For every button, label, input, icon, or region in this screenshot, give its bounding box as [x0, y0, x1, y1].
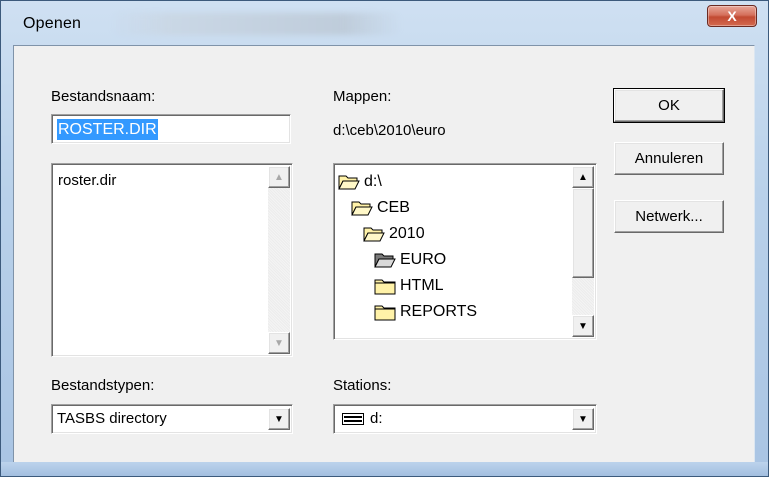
tree-item-ceb[interactable]: CEB	[351, 195, 410, 221]
folders-label: Mappen:	[333, 88, 392, 105]
title-bar[interactable]: Openen X	[1, 1, 768, 45]
tree-item-label: REPORTS	[400, 303, 478, 320]
drive-value-wrap: d:	[342, 410, 383, 427]
tree-item-label: 2010	[389, 225, 425, 242]
folder-tree-scrollbar[interactable]: ▲ ▼	[572, 166, 594, 337]
filetypes-label: Bestandstypen:	[51, 377, 155, 394]
scroll-down-icon: ▼	[578, 320, 588, 332]
window-bottom-border	[1, 462, 768, 476]
dialog-client: Bestandsnaam: ROSTER.DIR roster.dir ▲ ▼ …	[13, 45, 755, 463]
tree-item-label: d:\	[364, 173, 382, 190]
title-blur	[111, 13, 401, 35]
filetypes-combo[interactable]: TASBS directory ▼	[51, 404, 293, 434]
file-list-item[interactable]: roster.dir	[58, 172, 116, 189]
file-scroll-down-button[interactable]: ▼	[268, 332, 290, 354]
tree-item-label: HTML	[400, 277, 444, 294]
chevron-down-icon: ▼	[578, 413, 588, 425]
tree-item-html[interactable]: HTML	[374, 273, 444, 299]
tree-item-label: CEB	[377, 199, 410, 216]
dialog-window: Openen X Bestandsnaam: ROSTER.DIR roster…	[0, 0, 769, 477]
folder-open-icon	[351, 201, 373, 216]
tree-item-d[interactable]: d:\	[338, 169, 382, 195]
scroll-up-icon: ▲	[578, 171, 588, 183]
close-button[interactable]: X	[707, 5, 757, 27]
current-path: d:\ceb\2010\euro	[333, 122, 446, 139]
filename-input[interactable]	[56, 119, 286, 141]
folder-closed-icon	[374, 305, 396, 321]
ok-button[interactable]: OK	[613, 88, 725, 123]
drives-value: d:	[370, 410, 383, 427]
tree-item-reports[interactable]: REPORTS	[374, 299, 477, 325]
drives-dropdown-button[interactable]: ▼	[572, 408, 594, 430]
cancel-button[interactable]: Annuleren	[614, 142, 724, 175]
tree-item-2010[interactable]: 2010	[363, 221, 425, 247]
window-title: Openen	[23, 15, 82, 32]
drives-label: Stations:	[333, 377, 392, 394]
folder-scroll-thumb[interactable]	[572, 188, 594, 278]
file-list-scrollbar[interactable]: ▲ ▼	[268, 166, 290, 354]
tree-item-euro[interactable]: EURO	[374, 247, 446, 273]
folder-open-icon	[338, 175, 360, 190]
network-button[interactable]: Netwerk...	[614, 200, 724, 233]
folder-closed-icon	[374, 279, 396, 295]
filename-field[interactable]: ROSTER.DIR	[51, 114, 291, 144]
drives-combo[interactable]: d: ▼	[333, 404, 597, 434]
folder-tree-listbox[interactable]: d:\ CEB 2010 EURO HTML REPORTS ▲ ▼	[333, 163, 597, 340]
chevron-down-icon: ▼	[274, 413, 284, 425]
filename-label: Bestandsnaam:	[51, 88, 156, 105]
folder-scroll-up-button[interactable]: ▲	[572, 166, 594, 188]
drive-icon	[342, 413, 364, 426]
scroll-down-icon: ▼	[274, 337, 284, 349]
file-scroll-up-button[interactable]: ▲	[268, 166, 290, 188]
folder-open-icon	[363, 227, 385, 242]
close-icon: X	[727, 8, 737, 24]
filetypes-dropdown-button[interactable]: ▼	[268, 408, 290, 430]
folder-open-dark-icon	[374, 253, 396, 268]
tree-item-label: EURO	[400, 251, 447, 268]
file-listbox[interactable]: roster.dir ▲ ▼	[51, 163, 293, 357]
filetypes-value: TASBS directory	[57, 410, 167, 427]
folder-scroll-down-button[interactable]: ▼	[572, 315, 594, 337]
scroll-up-icon: ▲	[274, 171, 284, 183]
